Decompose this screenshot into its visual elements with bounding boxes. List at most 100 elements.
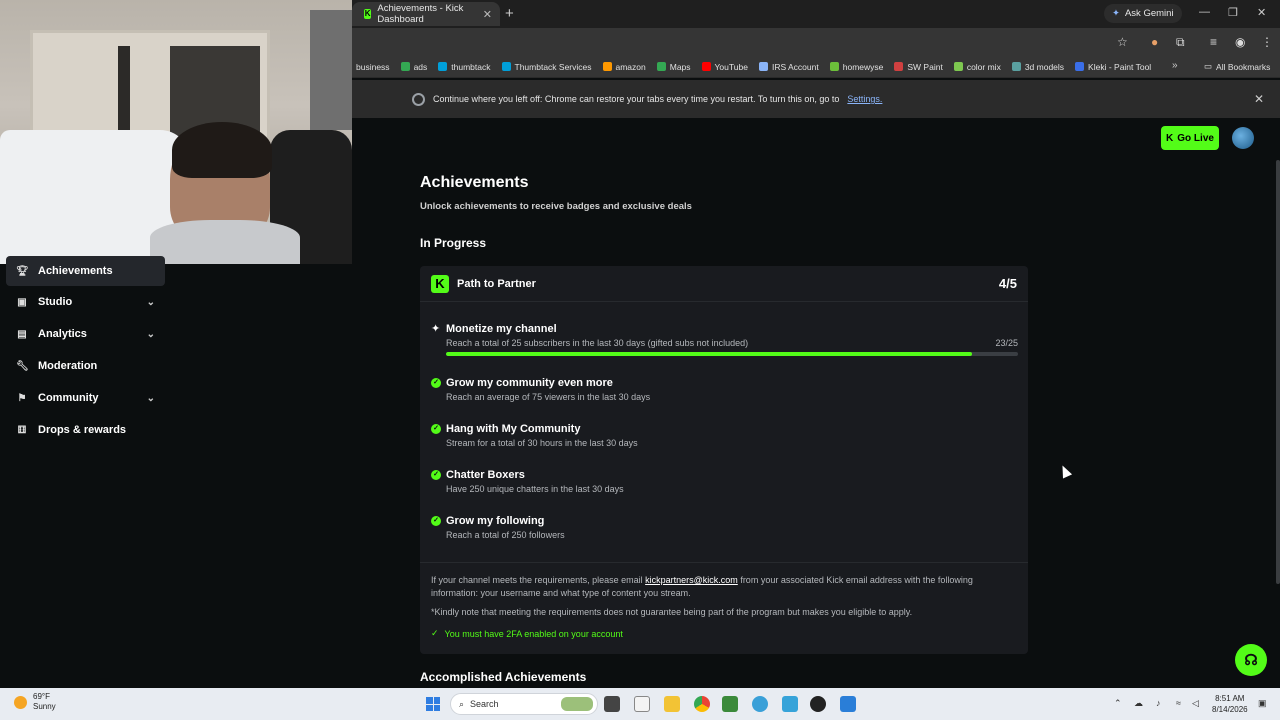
tab-close-icon[interactable]: ✕ bbox=[483, 8, 492, 21]
window-close-icon[interactable]: ✕ bbox=[1257, 6, 1266, 19]
sidebar-item-label: Community bbox=[38, 392, 99, 404]
weather-desc: Sunny bbox=[33, 702, 56, 711]
bookmark-item[interactable]: IRS Account bbox=[758, 61, 819, 72]
chevron-down-icon: ⌄ bbox=[146, 328, 155, 340]
notification-icon[interactable]: ▣ bbox=[1258, 698, 1267, 709]
bookmark-item[interactable]: business bbox=[356, 62, 390, 72]
taskbar-clock[interactable]: 8:51 AM 8/14/2026 bbox=[1212, 693, 1248, 715]
sidebar-item-drops-rewards[interactable]: ⚅ Drops & rewards bbox=[6, 415, 165, 445]
mic-icon[interactable]: ♪ bbox=[1156, 698, 1161, 708]
sidebar-item-moderation[interactable]: 🔧︎ Moderation bbox=[6, 351, 165, 381]
bookmark-item[interactable]: Thumbtack Services bbox=[501, 61, 592, 72]
taskbar-search[interactable]: ⌕ Search bbox=[450, 693, 598, 715]
card-progress-count: 4/5 bbox=[998, 276, 1017, 291]
community-icon: ⚑ bbox=[17, 392, 27, 404]
onedrive-icon[interactable]: ☁ bbox=[1134, 698, 1143, 709]
banner-settings-link[interactable]: Settings. bbox=[847, 94, 882, 104]
bookmark-favicon-icon bbox=[501, 62, 511, 71]
sidebar-item-label: Achievements bbox=[38, 265, 113, 277]
sidebar-item-label: Moderation bbox=[38, 360, 98, 372]
bookmark-item[interactable]: 3d models bbox=[1011, 62, 1064, 72]
partner-instructions: If your channel meets the requirements, … bbox=[431, 574, 1011, 600]
new-tab-button[interactable]: + bbox=[505, 5, 514, 22]
tray-chevron-icon[interactable]: ⌃ bbox=[1114, 698, 1122, 709]
checkmark-icon: ✓ bbox=[431, 628, 439, 638]
bookmark-item[interactable]: Maps bbox=[656, 62, 691, 72]
extension-icon[interactable]: ● bbox=[1151, 35, 1158, 49]
windows-start-icon[interactable] bbox=[426, 697, 440, 711]
chevron-down-icon: ⌄ bbox=[146, 392, 155, 404]
bookmark-item[interactable]: Kleki - Paint Tool bbox=[1075, 62, 1151, 72]
accomplished-heading: Accomplished Achievements bbox=[420, 670, 587, 684]
volume-icon[interactable]: ◁ bbox=[1192, 698, 1199, 709]
search-placeholder: Search bbox=[470, 699, 499, 709]
support-chat-button[interactable]: ☊ bbox=[1235, 644, 1267, 676]
webcam-overlay bbox=[0, 0, 352, 264]
bookmark-favicon-icon bbox=[758, 62, 768, 71]
achievement-name: Monetize my channel bbox=[446, 323, 557, 335]
banner-close-icon[interactable]: ✕ bbox=[1254, 92, 1264, 106]
bookmark-label: YouTube bbox=[714, 61, 748, 72]
achievement-name: Chatter Boxers bbox=[446, 469, 525, 481]
bookmark-item[interactable]: ads bbox=[400, 61, 428, 72]
calculator-icon[interactable] bbox=[782, 696, 798, 712]
bookmark-label: homewyse bbox=[842, 61, 884, 72]
menu-kebab-icon[interactable]: ⋮ bbox=[1261, 35, 1273, 49]
achievement-item: ✓ Hang with My Community Stream for a to… bbox=[431, 423, 1018, 453]
profile-icon[interactable]: ◉ bbox=[1235, 35, 1245, 49]
page-scrollbar[interactable] bbox=[1276, 160, 1280, 584]
maximize-icon[interactable]: ❐ bbox=[1228, 6, 1238, 19]
bookmark-favicon-icon bbox=[656, 62, 666, 71]
bookmark-item[interactable]: YouTube bbox=[701, 61, 748, 72]
check-circle-icon: ✓ bbox=[431, 424, 441, 434]
bookmark-item[interactable]: amazon bbox=[602, 62, 646, 72]
sidebar-item-studio[interactable]: ▣ Studio ⌄ bbox=[6, 287, 165, 317]
browser-app-icon[interactable] bbox=[752, 696, 768, 712]
sidebar-item-analytics[interactable]: ▤ Analytics ⌄ bbox=[6, 319, 165, 349]
achievement-progress-text: 23/25 bbox=[995, 338, 1018, 348]
achievement-desc: Reach a total of 250 followers bbox=[446, 530, 565, 540]
bookmark-item[interactable]: color mix bbox=[953, 61, 1001, 72]
bookmark-item[interactable]: SW Paint bbox=[894, 62, 943, 72]
chrome-taskbar-icon[interactable] bbox=[694, 696, 710, 712]
sidebar-item-achievements[interactable]: 🏆︎ Achievements bbox=[6, 256, 165, 286]
media-icon[interactable]: ≡ bbox=[1210, 35, 1217, 49]
bookmark-label: color mix bbox=[966, 61, 1001, 72]
go-live-label: Go Live bbox=[1177, 132, 1214, 144]
sidebar-item-label: Studio bbox=[38, 296, 73, 308]
bookmark-favicon-icon bbox=[1075, 62, 1085, 71]
bookmark-label: Thumbtack Services bbox=[514, 61, 592, 72]
bookmark-label: ads bbox=[413, 61, 428, 72]
all-bookmarks-button[interactable]: ▭ All Bookmarks bbox=[1204, 61, 1270, 72]
achievement-item: ✓ Grow my following Reach a total of 250… bbox=[431, 515, 1018, 545]
clock-date: 8/14/2026 bbox=[1212, 705, 1248, 714]
weather-widget[interactable]: 69°F Sunny bbox=[14, 692, 56, 712]
achievement-name: Grow my following bbox=[446, 515, 545, 527]
chevron-down-icon: ⌄ bbox=[146, 296, 155, 308]
minimize-icon[interactable]: — bbox=[1199, 6, 1210, 18]
partner-email-link[interactable]: kickpartners@kick.com bbox=[645, 575, 738, 585]
sidebar-item-community[interactable]: ⚑ Community ⌄ bbox=[6, 383, 165, 413]
extensions-puzzle-icon[interactable]: ⧉ bbox=[1176, 35, 1185, 50]
avatar[interactable] bbox=[1232, 127, 1254, 149]
go-live-button[interactable]: K Go Live bbox=[1161, 126, 1219, 150]
page-title: Achievements bbox=[420, 174, 529, 191]
bookmark-favicon-icon bbox=[953, 62, 963, 71]
task-view-icon[interactable] bbox=[604, 696, 620, 712]
notepad-icon[interactable] bbox=[634, 696, 650, 712]
sun-icon bbox=[14, 695, 27, 709]
bookmark-label: IRS Account bbox=[771, 61, 819, 72]
minecraft-icon[interactable] bbox=[722, 696, 738, 712]
browser-tab[interactable]: K Achievements - Kick Dashboard ✕ bbox=[352, 2, 500, 26]
bookmark-star-icon[interactable]: ☆ bbox=[1117, 35, 1128, 49]
file-explorer-icon[interactable] bbox=[664, 696, 680, 712]
instructions-prefix: If your channel meets the requirements, … bbox=[431, 575, 643, 585]
bookmarks-overflow-icon[interactable]: » bbox=[1172, 60, 1178, 71]
bookmark-item[interactable]: thumbtack bbox=[438, 61, 491, 72]
obs-icon[interactable] bbox=[810, 696, 826, 712]
bookmark-item[interactable]: homewyse bbox=[829, 61, 884, 72]
bookmark-label: thumbtack bbox=[451, 61, 491, 72]
app-icon[interactable] bbox=[840, 696, 856, 712]
wifi-icon[interactable]: ≈ bbox=[1176, 698, 1181, 708]
ask-gemini-button[interactable]: ✦ Ask Gemini bbox=[1104, 4, 1182, 23]
